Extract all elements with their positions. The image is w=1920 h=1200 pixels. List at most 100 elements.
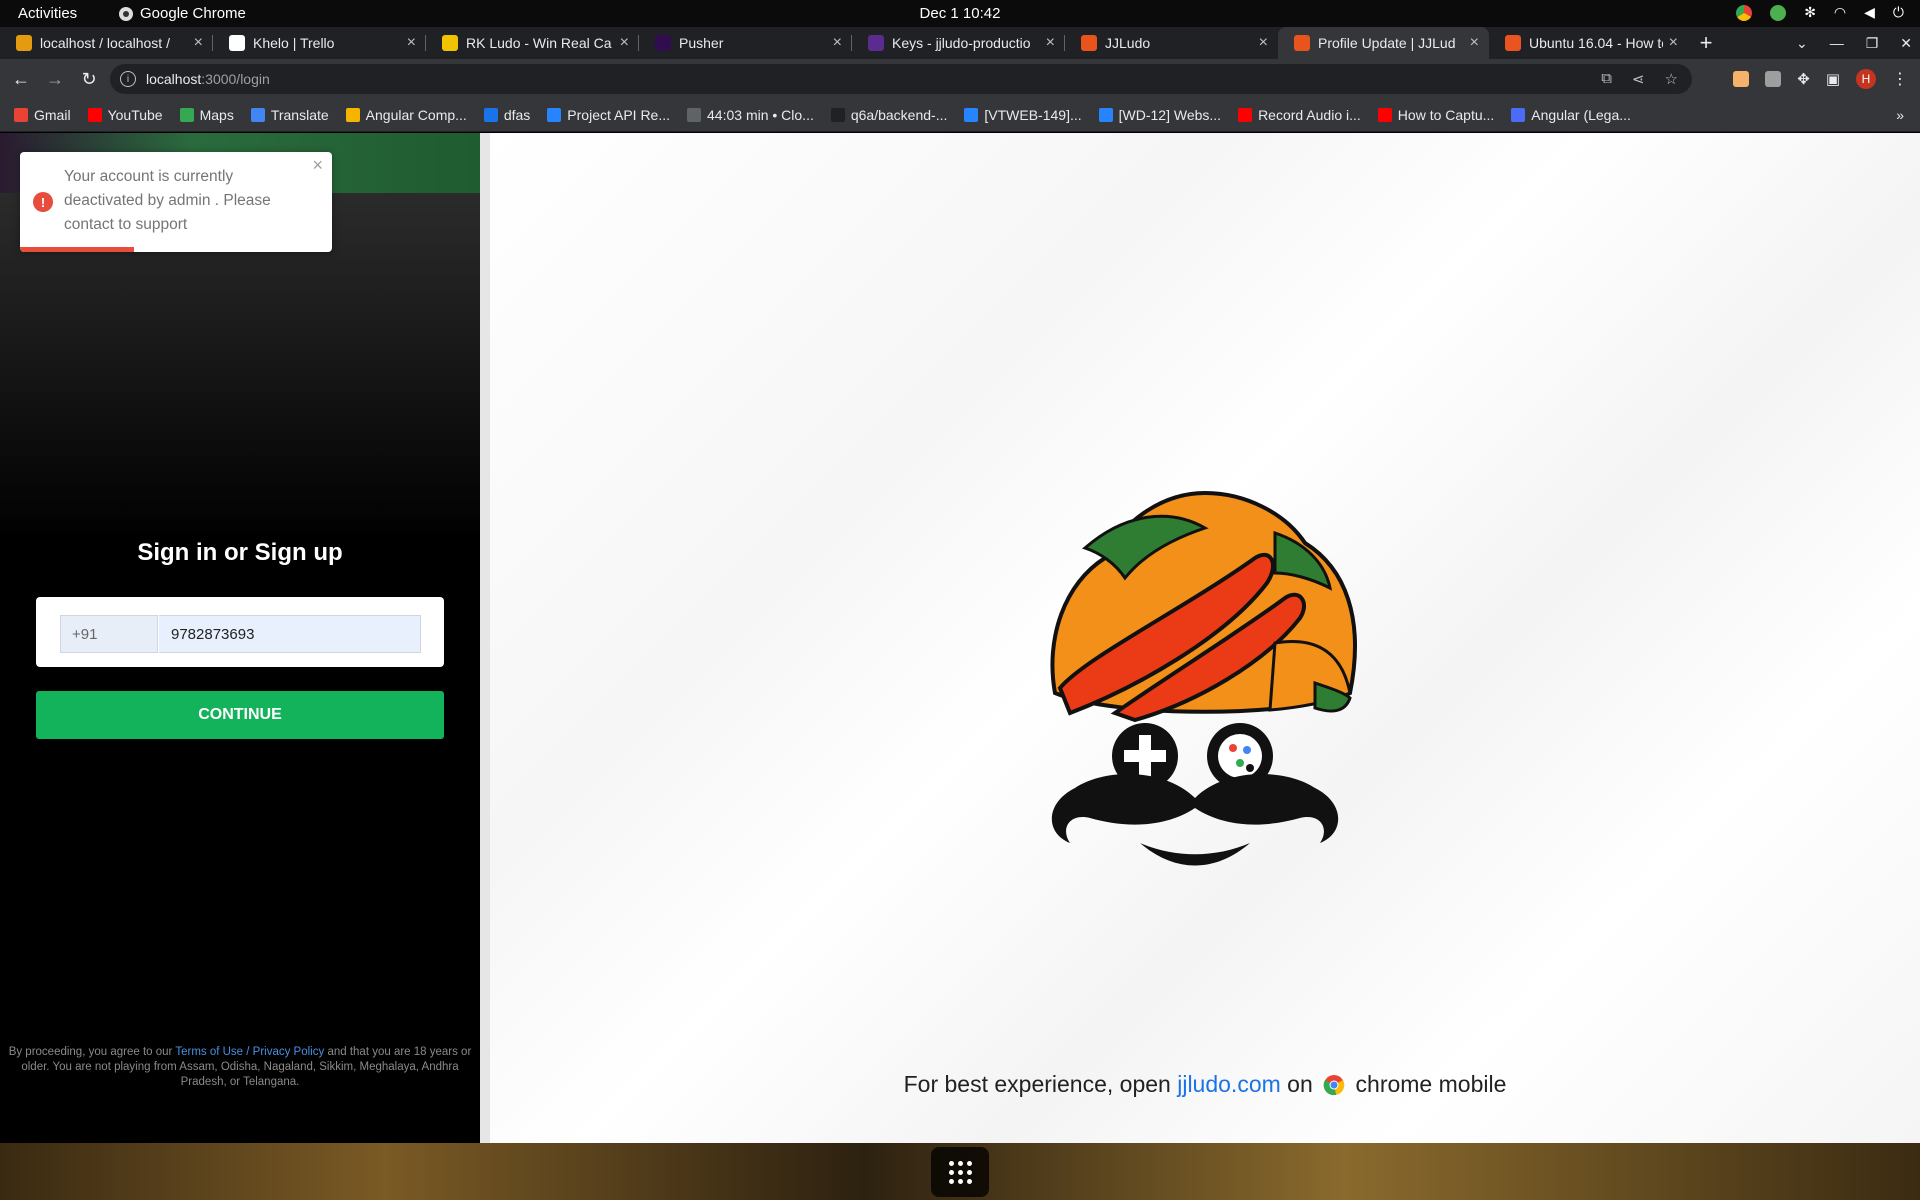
clock-icon (687, 108, 702, 122)
chrome-tray-icon[interactable] (1736, 4, 1753, 21)
wifi-icon[interactable]: ◠ (1834, 4, 1846, 21)
close-tab-icon[interactable]: × (833, 34, 842, 52)
address-bar[interactable]: i localhost:3000/login ⧉ ⋖ ☆ (110, 64, 1692, 94)
bookmark-label: How to Captu... (1397, 107, 1495, 123)
window-controls: ⌄ — ❐ ✕ (1796, 27, 1912, 59)
toast-progress-bar (20, 247, 134, 252)
tab-title: JJLudo (1105, 35, 1151, 51)
tab-jjludo[interactable]: JJLudo × (1065, 27, 1278, 59)
legal-text: By proceeding, you agree to our Terms of… (8, 1045, 472, 1090)
tab-favicon-icon (229, 35, 245, 51)
volume-icon[interactable]: ◀ (1864, 4, 1875, 21)
angular-icon (1511, 108, 1526, 122)
toast-close-button[interactable]: × (312, 155, 323, 176)
show-applications-button[interactable] (931, 1147, 989, 1197)
bookmark-label: 44:03 min • Clo... (707, 107, 814, 123)
puzzle-icon[interactable]: ✥ (1797, 70, 1810, 88)
bookmark-item[interactable]: Gmail (14, 107, 71, 123)
tab-strip: localhost / localhost / × Khelo | Trello… (0, 27, 1920, 59)
site-link[interactable]: jjludo.com (1177, 1071, 1281, 1097)
tab-rk-ludo[interactable]: RK Ludo - Win Real Ca × (426, 27, 639, 59)
promo-panel: For best experience, open jjludo.com on … (490, 133, 1920, 1143)
reload-button[interactable]: ↻ (76, 66, 102, 92)
bookmark-item[interactable]: [WD-12] Webs... (1098, 107, 1221, 123)
jira-icon (964, 108, 979, 122)
terms-link[interactable]: Terms of Use / Privacy Policy (175, 1046, 324, 1058)
bookmark-item[interactable]: Angular (Lega... (1511, 107, 1631, 123)
bookmark-item[interactable]: dfas (483, 107, 531, 123)
tab-trello[interactable]: Khelo | Trello × (213, 27, 426, 59)
tab-localhost[interactable]: localhost / localhost / × (0, 27, 213, 59)
system-tray[interactable]: ✻ ◠ ◀ ⏻ (1736, 4, 1904, 21)
youtube-icon (1238, 108, 1253, 122)
tab-favicon-icon (16, 35, 32, 51)
tab-favicon-icon (868, 35, 884, 51)
close-tab-icon[interactable]: × (1259, 34, 1268, 52)
bookmark-star-icon[interactable]: ☆ (1665, 70, 1678, 88)
bookmark-item[interactable]: [VTWEB-149]... (964, 107, 1082, 123)
tab-pusher[interactable]: Pusher × (639, 27, 852, 59)
activities-button[interactable]: Activities (18, 5, 77, 22)
power-icon[interactable]: ⏻ (1893, 4, 1904, 21)
bookmark-label: q6a/backend-... (850, 107, 948, 123)
slack-icon[interactable]: ✻ (1804, 4, 1816, 21)
maps-icon (179, 108, 194, 122)
new-tab-button[interactable]: + (1688, 27, 1724, 59)
close-tab-icon[interactable]: × (1470, 34, 1479, 52)
side-panel-icon[interactable]: ▣ (1826, 70, 1840, 88)
extension-icon[interactable] (1733, 71, 1750, 87)
login-panel: ! Your account is currently deactivated … (0, 133, 480, 1143)
bookmark-item[interactable]: How to Captu... (1377, 107, 1495, 123)
phone-number-input[interactable]: 9782873693 (159, 615, 421, 653)
bookmark-label: dfas (503, 107, 531, 123)
bookmarks-bar: Gmail YouTube Maps Translate Angular Com… (0, 99, 1920, 132)
back-button[interactable]: ← (8, 66, 34, 92)
bookmark-item[interactable]: 44:03 min • Clo... (687, 107, 814, 123)
menu-icon[interactable]: ⋮ (1892, 69, 1908, 89)
bookmark-label: Gmail (34, 107, 71, 123)
close-tab-icon[interactable]: × (620, 34, 629, 52)
tab-keys[interactable]: Keys - jjludo-productio × (852, 27, 1065, 59)
continue-button[interactable]: CONTINUE (36, 691, 444, 739)
jira-icon (1098, 108, 1113, 122)
country-code-field[interactable]: +91 (60, 615, 158, 653)
bookmark-item[interactable]: YouTube (87, 107, 163, 123)
app-menu[interactable]: Google Chrome (118, 5, 246, 22)
bookmark-label: Record Audio i... (1258, 107, 1361, 123)
share-icon[interactable]: ⋖ (1632, 70, 1645, 88)
bookmark-item[interactable]: Angular Comp... (345, 107, 467, 123)
tab-ubuntu[interactable]: Ubuntu 16.04 - How to × (1489, 27, 1688, 59)
tab-title: Keys - jjludo-productio (892, 35, 1031, 51)
bookmark-label: Maps (199, 107, 234, 123)
forward-button[interactable]: → (42, 66, 68, 92)
bookmark-item[interactable]: q6a/backend-... (830, 107, 948, 123)
bookmark-item[interactable]: Translate (250, 107, 329, 123)
bookmark-item[interactable]: Project API Re... (547, 107, 670, 123)
close-tab-icon[interactable]: × (194, 34, 203, 52)
close-window-button[interactable]: ✕ (1900, 35, 1912, 52)
more-bookmarks-button[interactable]: » (1896, 107, 1904, 123)
bookmark-item[interactable]: Maps (179, 107, 234, 123)
restore-button[interactable]: ❐ (1866, 35, 1879, 52)
open-in-app-icon[interactable]: ⧉ (1601, 70, 1612, 88)
tab-search-icon[interactable]: ⌄ (1796, 35, 1808, 52)
tab-profile-update[interactable]: Profile Update | JJLud × (1278, 27, 1489, 59)
shield-tray-icon[interactable] (1770, 4, 1787, 21)
web-page: ! Your account is currently deactivated … (0, 133, 1920, 1143)
tab-favicon-icon (655, 35, 671, 51)
profile-avatar[interactable]: H (1856, 69, 1876, 89)
desktop-dock (0, 1143, 1920, 1200)
tab-title: Pusher (679, 35, 724, 51)
close-tab-icon[interactable]: × (407, 34, 416, 52)
close-tab-icon[interactable]: × (1046, 34, 1055, 52)
panel-divider (480, 133, 490, 1143)
minimize-button[interactable]: — (1830, 35, 1844, 51)
tab-title: Khelo | Trello (253, 35, 335, 51)
extension-icon[interactable] (1765, 71, 1782, 87)
bookmark-label: YouTube (107, 107, 163, 123)
bookmark-item[interactable]: Record Audio i... (1238, 107, 1361, 123)
close-tab-icon[interactable]: × (1669, 34, 1678, 52)
tab-favicon-icon (1505, 35, 1521, 51)
site-info-icon[interactable]: i (120, 71, 136, 87)
clock[interactable]: Dec 1 10:42 (0, 5, 1920, 22)
